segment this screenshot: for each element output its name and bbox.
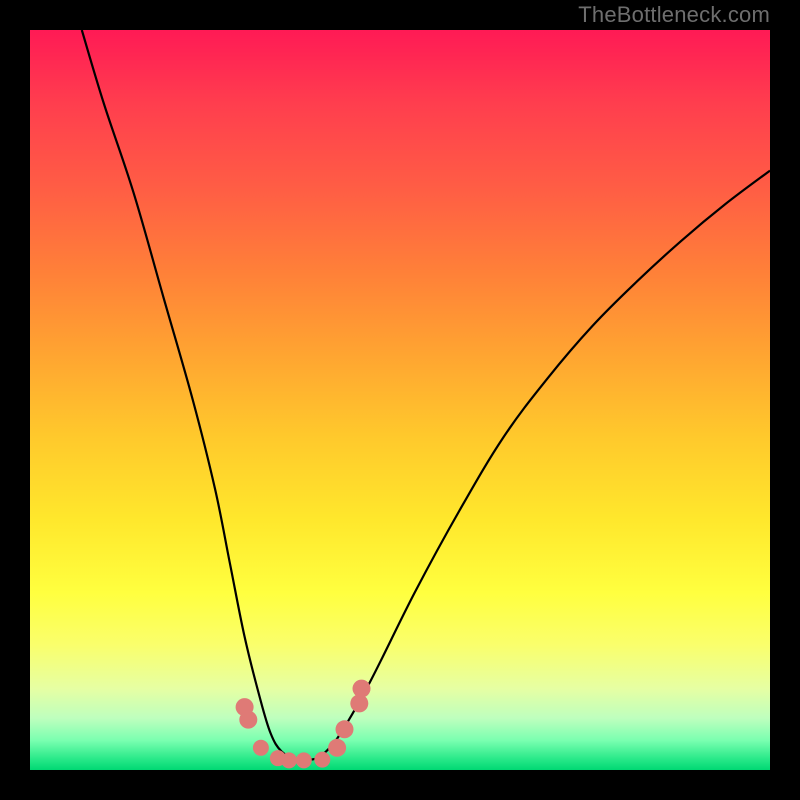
marker-point bbox=[296, 752, 312, 768]
watermark-text: TheBottleneck.com bbox=[578, 2, 770, 28]
outer-frame: TheBottleneck.com bbox=[0, 0, 800, 800]
marker-point bbox=[239, 711, 257, 729]
chart-svg bbox=[30, 30, 770, 770]
curve-line bbox=[82, 30, 770, 760]
marker-point bbox=[336, 720, 354, 738]
plot-area bbox=[30, 30, 770, 770]
marker-point bbox=[253, 740, 269, 756]
marker-point bbox=[281, 752, 297, 768]
marker-point bbox=[314, 752, 330, 768]
marker-point bbox=[353, 680, 371, 698]
marker-point bbox=[328, 739, 346, 757]
marker-group bbox=[236, 680, 371, 769]
